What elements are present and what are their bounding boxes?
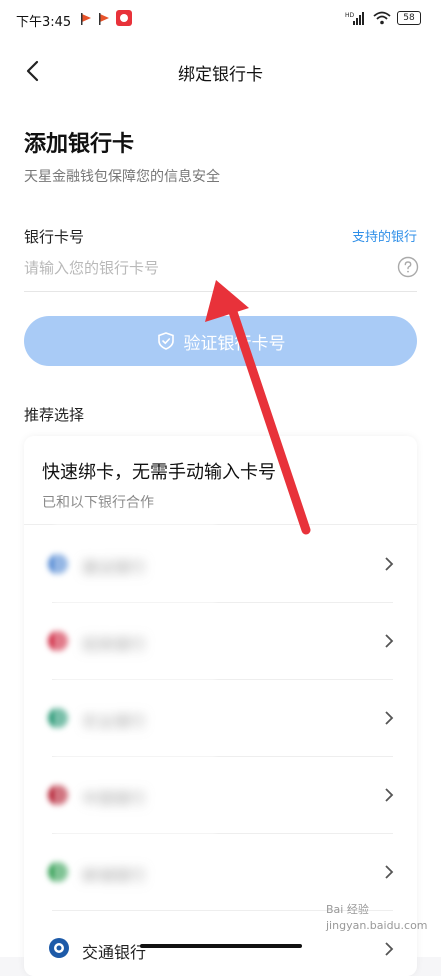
verify-button-label: 验证银行卡号 xyxy=(183,333,286,354)
nav-bar: 绑定银行卡 xyxy=(0,40,441,100)
status-time: 下午3:45 xyxy=(16,15,72,30)
watermark-brand: Bai 经验 xyxy=(326,903,369,916)
chevron-right-icon xyxy=(385,865,394,879)
recommend-title: 快速绑卡，无需手动输入卡号 xyxy=(42,462,276,483)
app-notification-icon xyxy=(116,10,132,26)
chevron-right-icon xyxy=(385,711,394,725)
wifi-icon xyxy=(373,11,391,25)
page-title: 添加银行卡 xyxy=(24,132,135,157)
card-number-label: 银行卡号 xyxy=(24,228,85,246)
chevron-right-icon xyxy=(385,788,394,802)
chevron-right-icon xyxy=(385,557,394,571)
supported-banks-link[interactable]: 支持的银行 xyxy=(352,226,417,245)
bank-logo xyxy=(49,938,69,958)
notification-flag-icon xyxy=(81,13,91,25)
privacy-mosaic xyxy=(54,506,216,896)
recommend-card: 快速绑卡，无需手动输入卡号 已和以下银行合作 建设银行 招商银行 农业银行 中国… xyxy=(24,436,417,976)
nav-title: 绑定银行卡 xyxy=(178,65,263,85)
notification-flag-icon xyxy=(99,13,109,25)
watermark: Bai 经验 jingyan.baidu.com xyxy=(326,902,428,934)
battery-icon: 58 xyxy=(397,11,421,25)
recommend-section-label: 推荐选择 xyxy=(24,406,85,424)
page-subtitle: 天星金融钱包保障您的信息安全 xyxy=(24,169,220,185)
shield-check-icon xyxy=(157,332,174,350)
status-icons: HD 58 xyxy=(345,10,421,26)
svg-text:HD: HD xyxy=(345,12,355,19)
input-underline xyxy=(24,291,417,292)
home-indicator[interactable] xyxy=(140,944,302,948)
card-number-input[interactable] xyxy=(24,250,417,286)
watermark-domain: jingyan.baidu.com xyxy=(326,919,428,932)
main-content: 添加银行卡 天星金融钱包保障您的信息安全 银行卡号 支持的银行 验证银行卡号 推… xyxy=(0,100,441,976)
chevron-right-icon xyxy=(385,942,394,956)
bank-name: 交通银行 xyxy=(82,943,147,962)
chevron-right-icon xyxy=(385,634,394,648)
battery-level: 58 xyxy=(403,13,415,23)
hd-signal-icon: HD xyxy=(345,12,364,25)
verify-card-button[interactable]: 验证银行卡号 xyxy=(24,316,417,366)
status-bar: 下午3:45 HD 58 xyxy=(0,0,441,40)
question-circle-icon[interactable] xyxy=(397,256,419,278)
